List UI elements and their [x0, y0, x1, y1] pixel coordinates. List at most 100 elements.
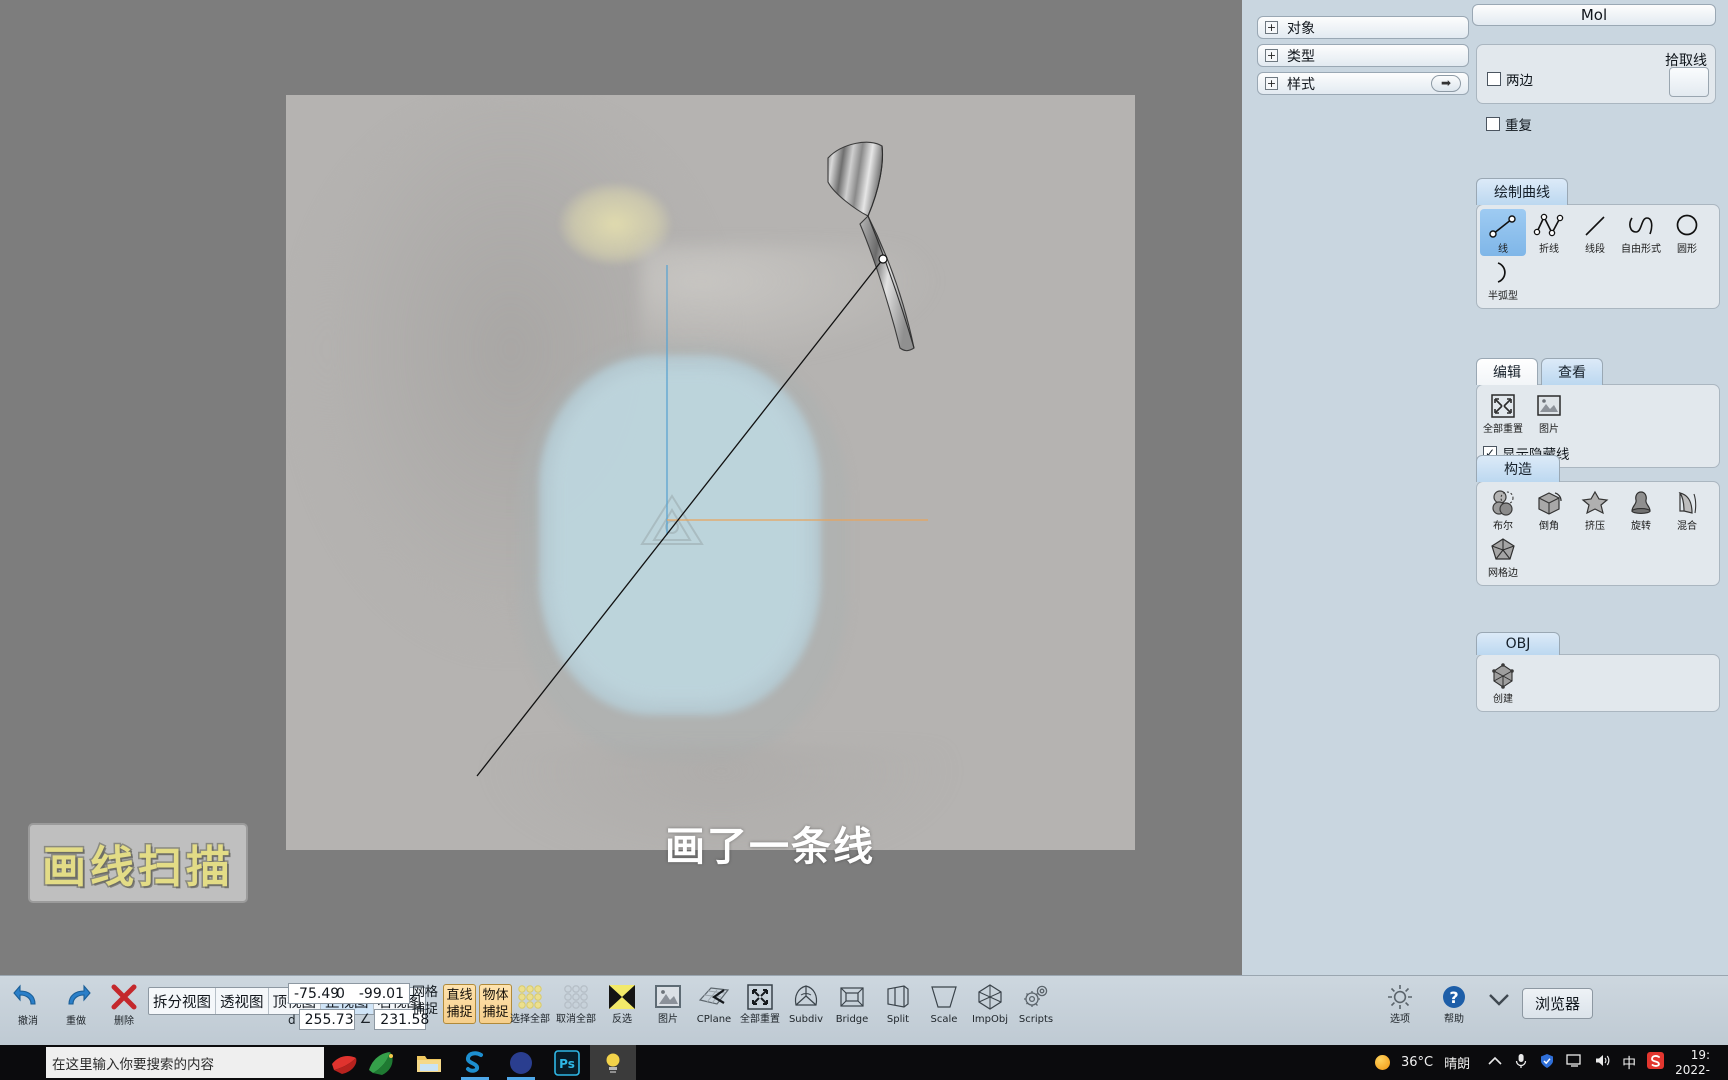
ime-icon[interactable]: 中: [1622, 1053, 1636, 1073]
expander-plus-icon[interactable]: +: [1265, 77, 1278, 90]
gear-icon: [1378, 982, 1422, 1014]
tab-draw-curve[interactable]: 绘制曲线: [1476, 178, 1568, 205]
tool-line[interactable]: 线: [1480, 209, 1526, 256]
tool-arc[interactable]: 半弧型: [1480, 256, 1526, 303]
view-perspective[interactable]: 透视图: [216, 988, 269, 1014]
tool-fillet[interactable]: 倒角: [1526, 486, 1572, 533]
checkbox-both-sides-box[interactable]: [1487, 72, 1501, 86]
red-ribbon-icon[interactable]: [328, 1048, 362, 1078]
3d-viewport[interactable]: 区域 缩放 平移 重置: [286, 95, 1135, 850]
split-button[interactable]: Split: [876, 982, 920, 1026]
section-edit-tabs[interactable]: 编辑 查看: [1476, 358, 1720, 385]
group-type[interactable]: + 类型: [1257, 44, 1469, 67]
tab-obj[interactable]: OBJ: [1476, 632, 1560, 655]
collapse-toolbar-button[interactable]: [1486, 991, 1512, 1013]
tool-polyline[interactable]: 折线: [1526, 209, 1572, 256]
scale-button[interactable]: Scale: [922, 982, 966, 1026]
deselect-all-button[interactable]: 取消全部: [554, 982, 598, 1026]
taskbar-cortana-group[interactable]: [328, 1048, 398, 1078]
cplane-button[interactable]: CPlane: [692, 982, 736, 1026]
moi-title-button[interactable]: Mol: [1472, 4, 1716, 26]
snap-line-button[interactable]: 直线 捕捉: [443, 984, 476, 1024]
section-draw-curve-body: 线 折线 线段 自由形式 圆形 半弧型: [1476, 204, 1720, 309]
chevron-up-icon[interactable]: [1487, 1055, 1503, 1071]
taskbar-pinned-apps: Ps: [406, 1045, 636, 1080]
angle-label: ∠: [359, 1012, 372, 1027]
taskbar-moi[interactable]: [590, 1045, 636, 1080]
taskbar-cinema4d[interactable]: [498, 1045, 544, 1080]
tool-create[interactable]: 创建: [1480, 659, 1526, 706]
tool-boolean[interactable]: 布尔: [1480, 486, 1526, 533]
taskbar-file-explorer[interactable]: [406, 1045, 452, 1080]
section-obj-tabs[interactable]: OBJ: [1476, 632, 1720, 655]
delete-button[interactable]: 删除: [102, 984, 146, 1028]
tool-image[interactable]: 图片: [1526, 389, 1572, 436]
section-edit: 编辑 查看 全部重置 图片 ✓: [1476, 358, 1720, 468]
tool-revolve[interactable]: 旋转: [1618, 486, 1664, 533]
tool-circle[interactable]: 圆形: [1664, 209, 1710, 256]
undo-button[interactable]: 撤消: [6, 984, 50, 1028]
group-style[interactable]: + 样式 ➡: [1257, 72, 1469, 95]
select-all-button[interactable]: 选择全部: [508, 982, 552, 1026]
snap-group[interactable]: 网格 捕捉 直线 捕捉 物体 捕捉: [410, 984, 512, 1024]
snap-grid-button[interactable]: 网格 捕捉: [410, 984, 440, 1018]
search-placeholder: 在这里输入你要搜索的内容: [52, 1056, 214, 1073]
reset-all-button[interactable]: 全部重置: [738, 982, 782, 1026]
section-draw-curve: 绘制曲线 线 折线 线段 自由形式 圆形 半弧型: [1476, 178, 1720, 309]
checkbox-repeat-box[interactable]: [1486, 117, 1500, 131]
tool-freeform[interactable]: 自由形式: [1618, 209, 1664, 256]
checkbox-both-sides[interactable]: 两边: [1481, 67, 1539, 93]
tab-construct[interactable]: 构造: [1476, 455, 1560, 482]
redo-button[interactable]: 重做: [54, 984, 98, 1028]
expander-plus-icon[interactable]: +: [1265, 49, 1278, 62]
checkbox-repeat[interactable]: 重复: [1480, 112, 1538, 138]
expander-plus-icon[interactable]: +: [1265, 21, 1278, 34]
taskbar-photoshop[interactable]: Ps: [544, 1045, 590, 1080]
snap-line-label-1: 直线: [446, 988, 473, 1003]
impobj-button[interactable]: ImpObj: [968, 982, 1012, 1026]
browser-button[interactable]: 浏览器: [1522, 988, 1594, 1019]
moi-title-label: Mol: [1580, 6, 1608, 24]
tab-edit[interactable]: 编辑: [1476, 358, 1538, 385]
tool-circle-label: 圆形: [1677, 244, 1697, 255]
picture-button[interactable]: 图片: [646, 982, 690, 1026]
taskbar-app-s[interactable]: [452, 1045, 498, 1080]
reset-all-icon: [1480, 392, 1526, 424]
green-ribbon-icon[interactable]: [364, 1048, 398, 1078]
section-construct-tabs[interactable]: 构造: [1476, 455, 1720, 482]
bridge-button[interactable]: Bridge: [830, 982, 874, 1026]
taskbar-clock[interactable]: 19: 2022-: [1675, 1048, 1720, 1078]
search-input[interactable]: 在这里输入你要搜索的内容: [46, 1047, 324, 1078]
sogou-icon[interactable]: [1647, 1052, 1665, 1073]
group-object-label: 对象: [1287, 20, 1315, 37]
coordinate-xyz-input[interactable]: -75.49 0 -99.01: [288, 983, 410, 1004]
help-button[interactable]: ? 帮助: [1432, 982, 1476, 1026]
view-split[interactable]: 拆分视图: [149, 988, 216, 1014]
scripts-button[interactable]: Scripts: [1014, 982, 1058, 1026]
tool-blend[interactable]: 混合: [1664, 486, 1710, 533]
options-button[interactable]: 选项: [1378, 982, 1422, 1026]
tool-segment[interactable]: 线段: [1572, 209, 1618, 256]
video-subtitle: 画了一条线: [665, 824, 875, 870]
options-label: 选项: [1390, 1014, 1410, 1025]
tool-reset-all[interactable]: 全部重置: [1480, 389, 1526, 436]
cplane-icon: [692, 982, 736, 1014]
select-all-label: 选择全部: [510, 1014, 550, 1025]
snap-line-label-2: 捕捉: [446, 1005, 473, 1020]
system-tray: 36°C 晴朗 中 19: 2022-: [1374, 1048, 1728, 1078]
section-draw-curve-tabs[interactable]: 绘制曲线: [1476, 178, 1720, 205]
pick-line-preview-button[interactable]: [1669, 67, 1709, 97]
edit-tool-grid: 全部重置 图片: [1477, 385, 1719, 441]
tab-view[interactable]: 查看: [1541, 358, 1603, 385]
invert-selection-button[interactable]: 反选: [600, 982, 644, 1026]
network-icon[interactable]: [1566, 1053, 1583, 1072]
shield-icon[interactable]: [1539, 1053, 1555, 1073]
tool-mesh-edge[interactable]: 网格边: [1480, 533, 1526, 580]
volume-icon[interactable]: [1594, 1053, 1611, 1072]
microphone-icon[interactable]: [1514, 1053, 1528, 1073]
distance-input[interactable]: 255.73: [298, 1009, 355, 1030]
tool-extrude[interactable]: 挤压: [1572, 486, 1618, 533]
group-object[interactable]: + 对象: [1257, 16, 1469, 39]
arrow-right-icon[interactable]: ➡: [1431, 75, 1461, 92]
subdiv-button[interactable]: Subdiv: [784, 982, 828, 1026]
